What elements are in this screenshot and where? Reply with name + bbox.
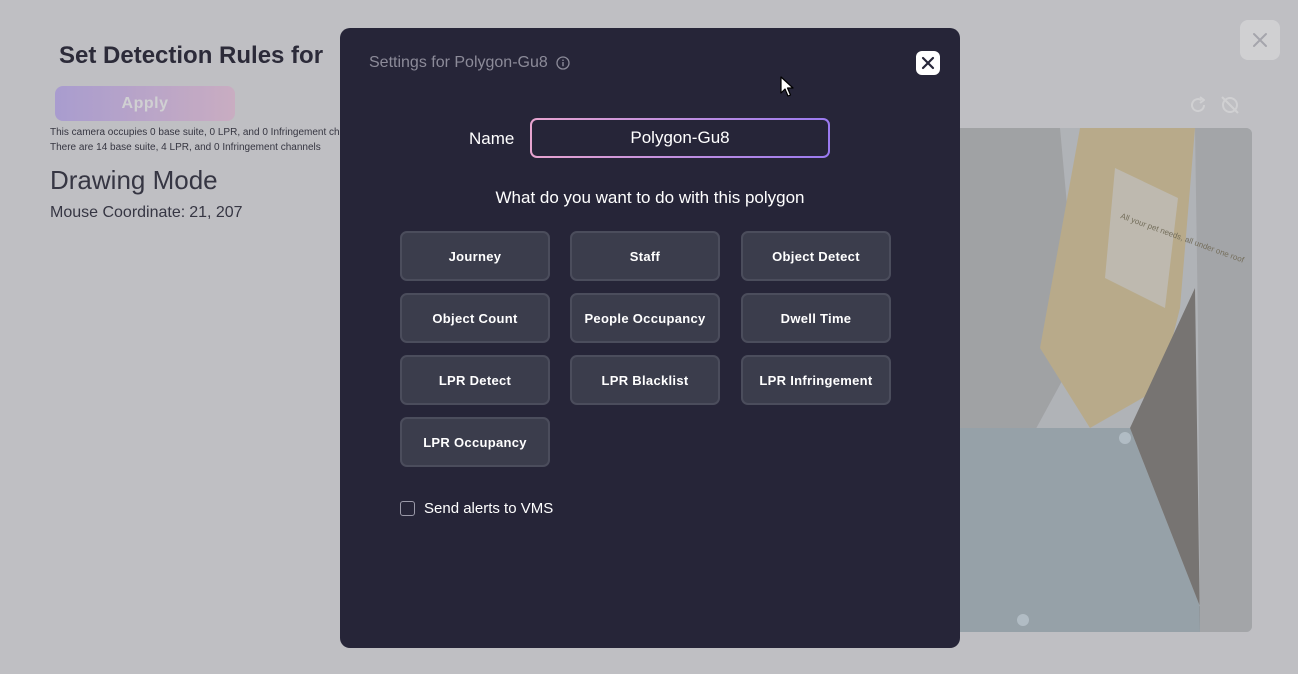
modal-title: Settings for Polygon-Gu8 [369,54,570,72]
mouse-pointer-icon [780,76,794,97]
polygon-settings-modal: Settings for Polygon-Gu8 Name What do yo… [340,28,960,648]
polygon-action-question: What do you want to do with this polygon [495,188,805,207]
rule-lpr-detect-button[interactable]: LPR Detect [400,355,550,405]
rule-dwell-time-button[interactable]: Dwell Time [741,293,891,343]
rule-object-detect-button[interactable]: Object Detect [741,231,891,281]
rule-lpr-blacklist-button[interactable]: LPR Blacklist [570,355,720,405]
send-alerts-label: Send alerts to VMS [424,500,554,517]
name-label: Name [469,129,515,148]
rule-staff-button[interactable]: Staff [570,231,720,281]
rule-lpr-infringement-button[interactable]: LPR Infringement [741,355,891,405]
close-icon [921,56,935,70]
modal-title-text: Settings for Polygon-Gu8 [369,54,548,71]
rule-object-count-button[interactable]: Object Count [400,293,550,343]
rule-people-occupancy-button[interactable]: People Occupancy [570,293,720,343]
modal-close-button[interactable] [916,51,940,75]
polygon-name-input[interactable] [530,118,830,158]
rule-lpr-occupancy-button[interactable]: LPR Occupancy [400,417,550,467]
info-icon[interactable] [556,56,570,70]
send-alerts-option[interactable]: Send alerts to VMS [400,500,553,517]
rule-journey-button[interactable]: Journey [400,231,550,281]
send-alerts-checkbox[interactable] [400,501,415,516]
